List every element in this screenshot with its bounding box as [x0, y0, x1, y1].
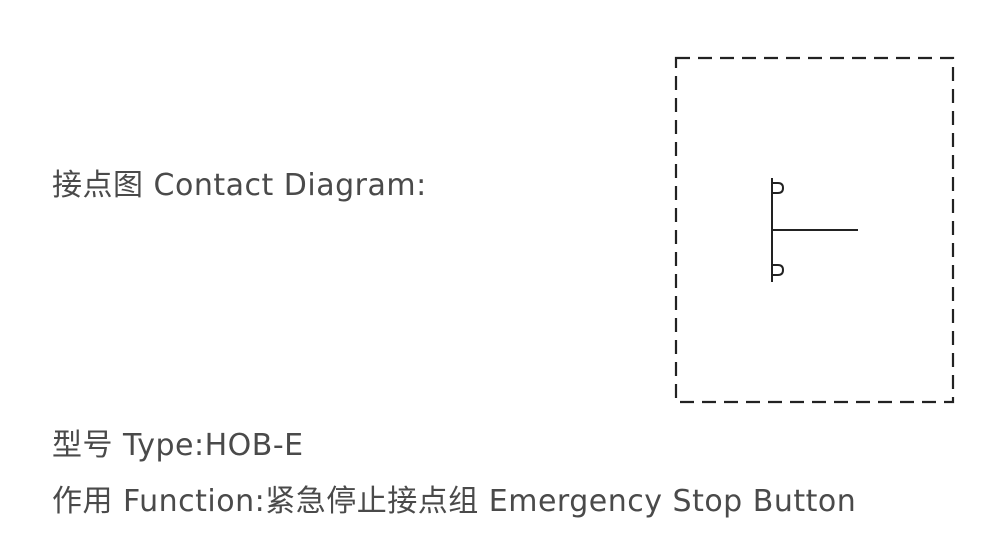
contact-diagram-label: 接点图 Contact Diagram: [52, 166, 427, 206]
function-label: 作用 Function: [52, 484, 266, 519]
function-line: 作用 Function:紧急停止接点组 Emergency Stop Butto… [52, 482, 856, 522]
top-contact-hook-icon [772, 182, 785, 194]
contact-diagram [672, 52, 958, 408]
type-line: 型号 Type:HOB-E [52, 426, 304, 466]
function-value: 紧急停止接点组 Emergency Stop Button [265, 484, 857, 519]
type-label: 型号 Type: [52, 428, 205, 463]
contact-diagram-svg [674, 56, 955, 404]
contact-diagram-label-text: 接点图 Contact Diagram: [52, 168, 427, 203]
type-value: HOB-E [204, 428, 304, 463]
bottom-contact-hook-icon [772, 264, 785, 276]
